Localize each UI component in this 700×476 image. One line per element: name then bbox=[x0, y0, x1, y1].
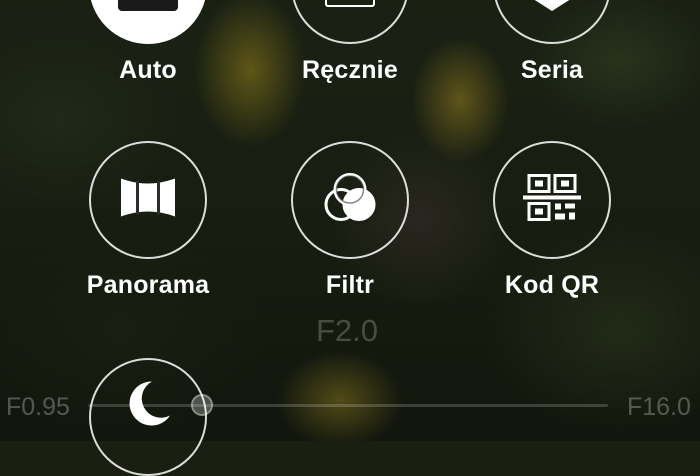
mode-burst-label: Seria bbox=[520, 56, 584, 84]
filter-icon bbox=[321, 169, 379, 232]
mode-panorama-label: Panorama bbox=[86, 271, 210, 299]
mode-qr-code[interactable]: Kod QR bbox=[472, 141, 632, 300]
camera-icon bbox=[118, 0, 178, 11]
mode-burst-ring[interactable] bbox=[493, 0, 611, 44]
mode-auto-ring[interactable] bbox=[89, 0, 207, 44]
aperture-min-label: F0.95 bbox=[6, 393, 70, 421]
mode-auto[interactable]: Auto bbox=[68, 0, 228, 85]
night-moon-icon bbox=[122, 378, 174, 435]
mode-night-ring[interactable] bbox=[89, 358, 207, 476]
panorama-icon bbox=[119, 177, 177, 224]
mode-qr-code-ring[interactable] bbox=[493, 141, 611, 259]
mode-qr-code-label: Kod QR bbox=[504, 271, 600, 299]
mode-filter-ring[interactable] bbox=[291, 141, 409, 259]
qr-code-icon bbox=[523, 173, 581, 228]
mode-auto-label: Auto bbox=[119, 56, 177, 84]
mode-manual-ring[interactable] bbox=[291, 0, 409, 44]
manual-icon bbox=[325, 0, 375, 7]
mode-panorama-ring[interactable] bbox=[89, 141, 207, 259]
mode-filter-label: Filtr bbox=[325, 271, 375, 299]
mode-night[interactable] bbox=[68, 358, 228, 476]
mode-manual-label: Ręcznie bbox=[302, 56, 398, 84]
burst-icon bbox=[530, 0, 574, 11]
aperture-value: F2.0 bbox=[316, 313, 379, 348]
mode-panorama[interactable]: Panorama bbox=[68, 141, 228, 300]
mode-manual[interactable]: Ręcznie bbox=[270, 0, 430, 85]
mode-filter[interactable]: Filtr bbox=[270, 141, 430, 300]
aperture-max-label: F16.0 bbox=[627, 393, 691, 421]
mode-burst[interactable]: Seria bbox=[472, 0, 632, 85]
